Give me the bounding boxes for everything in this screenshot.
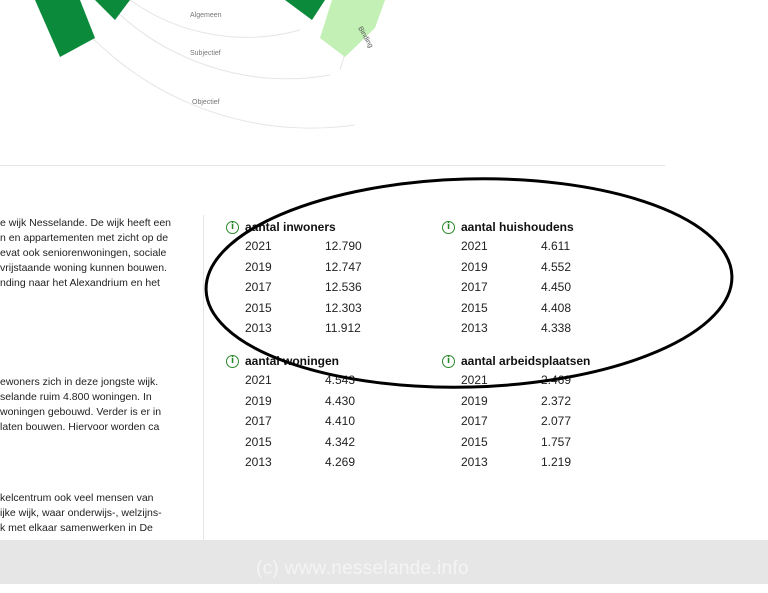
stat-row: 2017 4.410: [245, 414, 356, 429]
info-icon[interactable]: i: [226, 220, 239, 234]
text-line: kelcentrum ook veel mensen van: [0, 492, 154, 504]
stat-row: 2019 4.430: [245, 393, 356, 408]
ring-label-subjectief: Subjectief: [190, 50, 221, 57]
stat-row: 2015 4.342: [245, 434, 356, 449]
info-icon[interactable]: i: [226, 354, 239, 368]
text-line: n en appartementen met zicht op de: [0, 232, 169, 244]
watermark: (c) www.nesselande.info: [256, 558, 469, 579]
stat-woningen: i aantal woningen 2021 4.543 2019 4.430 20…: [226, 352, 426, 473]
segment-binding: [320, 0, 385, 57]
ring-label-objectief: Objectief: [192, 99, 220, 106]
column-divider: [203, 215, 204, 540]
stat-title: aantal woningen: [245, 354, 340, 368]
text-line: ijke wijk, waar onderwijs-, welzijns-: [0, 507, 162, 519]
text-line: e wijk Nesselande. De wijk heeft een: [0, 217, 172, 229]
stat-huishoudens: i aantal huishoudens 2021 4.611 2019 4.552…: [442, 218, 642, 339]
stat-row: 2017 12.536: [245, 280, 362, 295]
stat-row: 2013 1.219: [461, 455, 572, 470]
info-icon[interactable]: i: [442, 354, 455, 368]
ring-label-algemeen: Algemeen: [190, 12, 222, 19]
paragraph-intro: e wijk Nesselande. De wijk heeft een n e…: [0, 216, 200, 291]
segment-wonen: [35, 0, 95, 57]
text-line: vrijstaande woning kunnen bouwen.: [0, 262, 167, 274]
text-line: laten bouwen. Hiervoor worden ca: [0, 421, 160, 433]
stat-row: 2013 4.269: [245, 455, 356, 470]
paragraph-centre: kelcentrum ook veel mensen van ijke wijk…: [0, 491, 200, 536]
stat-row: 2015 12.303: [245, 300, 362, 315]
stat-row: 2017 2.077: [461, 414, 572, 429]
stat-row: 2019 4.552: [461, 259, 572, 274]
segment-dark-2: [95, 0, 130, 20]
text-line: selande ruim 4.800 woningen. In: [0, 391, 152, 403]
stat-title: aantal arbeidsplaatsen: [461, 354, 591, 368]
section-divider: [0, 165, 665, 166]
radial-chart: Wonen Binding Algemeen Subjectief Object…: [35, 0, 385, 129]
text-line: woningen gebouwd. Verder is er in: [0, 406, 162, 418]
stat-row: 2019 12.747: [245, 259, 362, 274]
stat-title: aantal inwoners: [245, 220, 336, 234]
stat-row: 2019 2.372: [461, 393, 572, 408]
text-line: evat ook seniorenwoningen, sociale: [0, 247, 167, 259]
text-line: k met elkaar samenwerken in De: [0, 522, 153, 534]
paragraph-housing: ewoners zich in deze jongste wijk. selan…: [0, 375, 200, 435]
stat-title: aantal huishoudens: [461, 220, 574, 234]
stat-row: 2015 1.757: [461, 434, 572, 449]
info-icon[interactable]: i: [442, 220, 455, 234]
stat-row: 2015 4.408: [461, 300, 572, 315]
stat-arbeidsplaatsen: i aantal arbeidsplaatsen 2021 2.469 2019 2…: [442, 352, 642, 473]
stat-row: 2013 4.338: [461, 321, 572, 336]
stat-row: 2021 4.543: [245, 373, 356, 388]
stat-row: 2013 11.912: [245, 321, 361, 336]
stat-row: 2021 12.790: [245, 239, 362, 254]
stat-row: 2021 2.469: [461, 373, 572, 388]
text-line: nding naar het Alexandrium en het: [0, 277, 160, 289]
stat-inwoners: i aantal inwoners 2021 12.790 2019 12.747 …: [226, 218, 426, 339]
stat-row: 2021 4.611: [461, 239, 571, 254]
stat-row: 2017 4.450: [461, 280, 572, 295]
segment-dark-3: [285, 0, 325, 20]
text-line: ewoners zich in deze jongste wijk.: [0, 376, 159, 388]
